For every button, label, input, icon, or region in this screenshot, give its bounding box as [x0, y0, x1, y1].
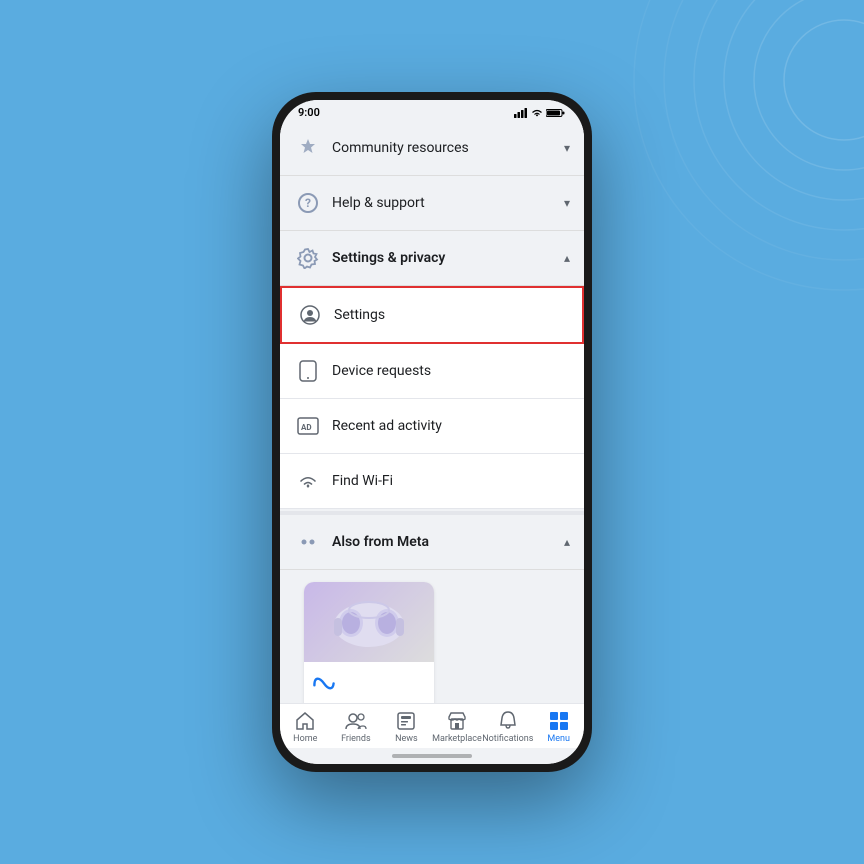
svg-text:AD: AD [301, 423, 312, 432]
nav-news[interactable]: News [381, 710, 432, 744]
nav-news-label: News [395, 734, 418, 744]
wifi-menu-svg-icon [297, 472, 319, 490]
device-requests-item[interactable]: Device requests [280, 344, 584, 399]
grid-cell-2 [560, 712, 568, 720]
meta-header-icon [294, 528, 322, 556]
phone-screen: 9:00 [280, 100, 584, 764]
settings-privacy-label: Settings & privacy [332, 250, 564, 266]
recent-ad-activity-label: Recent ad activity [332, 418, 570, 434]
home-icon [294, 710, 316, 732]
help-support-label: Help & support [332, 195, 564, 211]
nav-marketplace-label: Marketplace [432, 734, 482, 744]
community-resources-chevron: ▾ [564, 141, 570, 155]
bell-svg-icon [499, 711, 517, 731]
status-time: 9:00 [298, 106, 320, 119]
device-requests-label: Device requests [332, 363, 570, 379]
nav-friends-label: Friends [341, 734, 371, 744]
nav-home-label: Home [293, 734, 317, 744]
settings-item[interactable]: Settings [280, 286, 584, 344]
nav-menu-label: Menu [547, 734, 570, 744]
help-support-chevron: ▾ [564, 196, 570, 210]
meta-quest-body: Meta Quest Defy reality and distance wit… [304, 662, 434, 703]
meta-dots-icon [297, 531, 319, 553]
help-icon: ? [294, 189, 322, 217]
news-svg-icon [396, 711, 416, 731]
also-from-meta-header[interactable]: Also from Meta ▴ [280, 511, 584, 570]
find-wifi-label: Find Wi-Fi [332, 473, 570, 489]
nav-friends[interactable]: Friends [331, 710, 382, 744]
marketplace-svg-icon [447, 711, 467, 731]
question-mark-icon: ? [298, 193, 318, 213]
meta-quest-card[interactable]: Meta Quest Defy reality and distance wit… [304, 582, 434, 703]
bottom-nav: Home Friends [280, 703, 584, 748]
person-circle-icon [300, 305, 320, 325]
status-bar: 9:00 [280, 100, 584, 121]
phone-frame: 9:00 [272, 92, 592, 772]
menu-icon [548, 710, 570, 732]
also-from-meta-chevron: ▴ [564, 535, 570, 549]
home-svg-icon [295, 711, 315, 731]
device-requests-icon [294, 357, 322, 385]
signal-icon [514, 108, 528, 118]
wifi-menu-icon [294, 467, 322, 495]
find-wifi-item[interactable]: Find Wi-Fi [280, 454, 584, 509]
settings-label: Settings [334, 307, 568, 323]
community-resources-item[interactable]: Community resources ▾ [280, 121, 584, 176]
nav-menu[interactable]: Menu [533, 710, 584, 744]
marketplace-icon [446, 710, 468, 732]
meta-logo-icon [312, 670, 336, 694]
status-icons [514, 108, 566, 118]
recent-ad-icon: AD [294, 412, 322, 440]
community-icon [294, 134, 322, 162]
meta-quest-image [304, 582, 434, 662]
nav-notifications-label: Notifications [482, 734, 533, 744]
also-from-meta-label: Also from Meta [332, 534, 564, 550]
menu-grid-icon [550, 712, 568, 730]
meta-quest-section: Meta Quest Defy reality and distance wit… [280, 570, 584, 703]
nav-home[interactable]: Home [280, 710, 331, 744]
nav-marketplace[interactable]: Marketplace [432, 710, 483, 744]
friends-svg-icon [345, 712, 367, 730]
phone-icon [299, 360, 317, 382]
ad-icon: AD [297, 417, 319, 435]
grid-cell-3 [550, 722, 558, 730]
settings-privacy-chevron: ▴ [564, 251, 570, 265]
settings-privacy-icon [294, 244, 322, 272]
grid-cell-1 [550, 712, 558, 720]
screen-content: Community resources ▾ ? Help & support ▾ [280, 121, 584, 703]
battery-icon [546, 108, 566, 118]
wifi-icon [531, 108, 543, 118]
recent-ad-activity-item[interactable]: AD Recent ad activity [280, 399, 584, 454]
help-support-item[interactable]: ? Help & support ▾ [280, 176, 584, 231]
notifications-icon [497, 710, 519, 732]
news-icon [395, 710, 417, 732]
grid-cell-4 [560, 722, 568, 730]
friends-icon [345, 710, 367, 732]
gear-icon [297, 247, 319, 269]
nav-notifications[interactable]: Notifications [482, 710, 533, 744]
home-bar [392, 754, 472, 758]
vr-headset-svg [319, 590, 419, 655]
settings-privacy-header[interactable]: Settings & privacy ▴ [280, 231, 584, 286]
home-indicator [280, 748, 584, 764]
settings-icon [296, 301, 324, 329]
community-resources-label: Community resources [332, 140, 564, 156]
